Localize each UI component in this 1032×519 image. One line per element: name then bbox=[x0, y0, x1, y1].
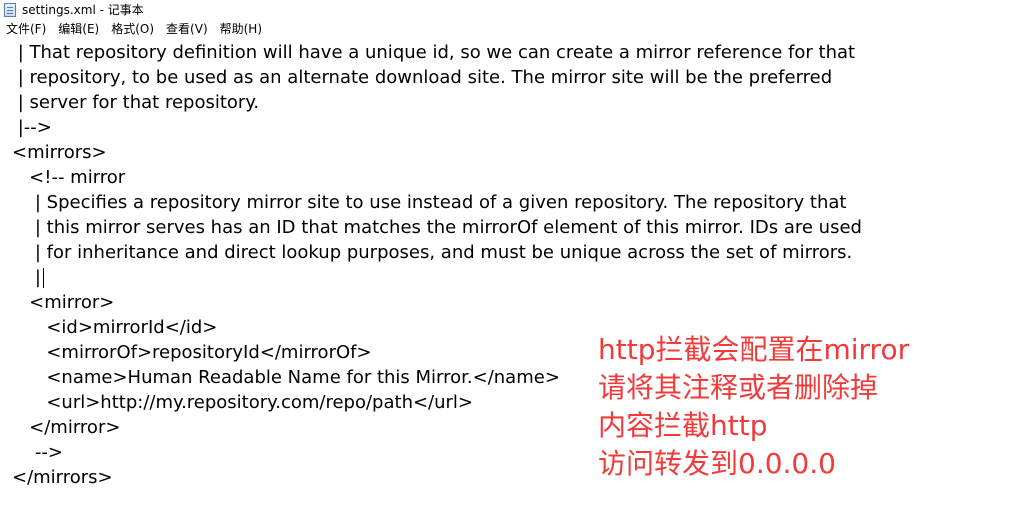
menu-file[interactable]: 文件(F) bbox=[0, 20, 52, 38]
editor-line: | this mirror serves has an ID that matc… bbox=[12, 217, 862, 238]
menu-view[interactable]: 查看(V) bbox=[160, 20, 214, 38]
editor-line: | Specifies a repository mirror site to … bbox=[12, 192, 847, 213]
annotation-line: 访问转发到0.0.0.0 bbox=[598, 447, 836, 480]
menu-bar: 文件(F) 编辑(E) 格式(O) 查看(V) 帮助(H) bbox=[0, 20, 1032, 38]
red-annotation: http拦截会配置在mirror 请将其注释或者删除掉 内容拦截http 访问转… bbox=[598, 331, 909, 483]
editor-line: <mirror> bbox=[12, 292, 115, 313]
editor-line: | for inheritance and direct lookup purp… bbox=[12, 242, 853, 263]
title-bar: settings.xml - 记事本 bbox=[0, 0, 1032, 20]
menu-edit[interactable]: 编辑(E) bbox=[52, 20, 105, 38]
editor-line: |--> bbox=[12, 117, 52, 138]
annotation-line: 请将其注释或者删除掉 bbox=[598, 371, 879, 404]
annotation-line: http拦截会配置在mirror bbox=[598, 333, 910, 366]
annotation-line: 内容拦截http bbox=[598, 409, 768, 442]
editor-line-caret: | bbox=[12, 265, 862, 290]
editor-line: | server for that repository. bbox=[12, 92, 260, 113]
text-editor[interactable]: | That repository definition will have a… bbox=[0, 38, 1032, 519]
editor-line: | repository, to be used as an alternate… bbox=[12, 67, 833, 88]
menu-format[interactable]: 格式(O) bbox=[105, 20, 160, 38]
editor-line: <!-- mirror bbox=[12, 167, 126, 188]
window-title: settings.xml - 记事本 bbox=[22, 3, 144, 17]
text-caret bbox=[42, 268, 44, 288]
editor-line: <mirrors> bbox=[12, 142, 107, 163]
notepad-icon bbox=[4, 3, 16, 17]
editor-line: | That repository definition will have a… bbox=[12, 42, 856, 63]
menu-help[interactable]: 帮助(H) bbox=[214, 20, 268, 38]
editor-line-text: | bbox=[12, 267, 41, 288]
